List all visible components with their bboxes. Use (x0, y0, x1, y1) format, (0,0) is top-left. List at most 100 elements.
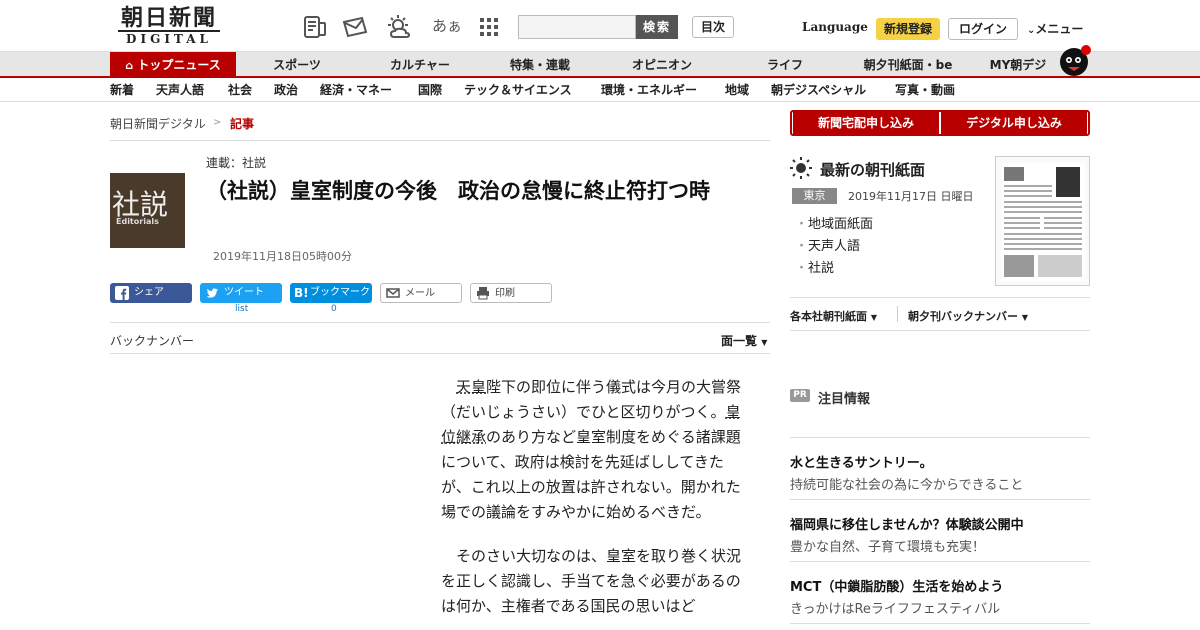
login-button[interactable]: ログイン (948, 18, 1018, 40)
mascot-icon[interactable] (1058, 42, 1092, 78)
toc-button[interactable]: 目次 (692, 16, 734, 38)
nav-environment[interactable]: 環境・エネルギー (601, 78, 697, 102)
nav-society[interactable]: 社会 (228, 78, 252, 102)
print-button[interactable]: 印刷 (470, 283, 552, 303)
language-link[interactable]: Language (802, 20, 868, 34)
nav-region[interactable]: 地域 (725, 78, 749, 102)
twitter-share-button[interactable]: ツイート (200, 283, 282, 303)
bullet: ・ (795, 261, 809, 276)
paragraph-text: 陛下の即位に伴う儀式は今月の大嘗祭（だいじょうさい）でひと区切りがつく。 (441, 378, 742, 421)
latest-paper-title[interactable]: 最新の朝刊紙面 (820, 159, 925, 180)
ad-description[interactable]: きっかけはReライフフェスティバル (790, 598, 1000, 617)
menu-button[interactable]: ⌄メニュー (1027, 20, 1083, 37)
divider (790, 297, 1090, 298)
twitter-list-link[interactable]: list (235, 304, 248, 314)
nav-my-asadigi[interactable]: MY朝デジ (982, 52, 1054, 78)
editorial-thumbnail: 社説 Editorials (110, 173, 185, 248)
ad-title[interactable]: 水と生きるサントリー。 (790, 452, 933, 471)
secondary-nav: 新着 天声人語 社会 政治 経済・マネー 国際 テック＆サイエンス 環境・エネル… (0, 78, 1200, 102)
site-logo[interactable]: 朝日新聞 DIGITAL (110, 6, 228, 48)
caret-down-icon: ▼ (1021, 313, 1028, 322)
breadcrumb-separator: > (213, 117, 222, 128)
hatena-count: 0 (331, 304, 337, 314)
divider (110, 353, 770, 354)
mail-share-button[interactable]: メール (380, 283, 462, 303)
hatena-bookmark-button[interactable]: B! ブックマーク (290, 283, 372, 303)
series-label[interactable]: 連載：社説 (206, 154, 266, 171)
nav-international[interactable]: 国際 (418, 78, 442, 102)
nav-features[interactable]: 特集・連載 (500, 52, 580, 78)
grid-icon[interactable] (476, 14, 502, 40)
divider (790, 437, 1090, 438)
nav-sports[interactable]: スポーツ (262, 52, 332, 78)
article-title: （社説）皇室制度の今後 政治の怠慢に終止符打つ時 (206, 179, 710, 203)
newspaper-thumbnail[interactable] (995, 156, 1090, 286)
logo-japanese: 朝日新聞 (120, 5, 217, 31)
page-list-dropdown[interactable]: 面一覧 ▼ (721, 332, 767, 349)
newspaper-icon[interactable] (302, 14, 328, 40)
nav-special[interactable]: 朝デジスペシャル (771, 78, 866, 102)
share-label: 印刷 (495, 288, 515, 299)
nav-culture[interactable]: カルチャー (380, 52, 460, 78)
share-label: シェア (134, 287, 164, 298)
bullet: ・ (795, 217, 809, 232)
primary-nav: ⌂ トップニュース スポーツ カルチャー 特集・連載 オピニオン ライフ 朝夕刊… (0, 45, 1200, 78)
twitter-icon (206, 288, 218, 298)
paper-date: 2019年11月17日 日曜日 (848, 190, 974, 203)
nav-papers[interactable]: 朝夕刊紙面・be (858, 52, 958, 78)
nav-life[interactable]: ライフ (755, 52, 815, 78)
page-list-label: 面一覧 (721, 334, 758, 348)
dropdown-label: 各本社朝刊紙面 (790, 310, 867, 323)
nav-label: トップニュース (137, 58, 221, 72)
nav-tenseijingo[interactable]: 天声人語 (156, 78, 204, 102)
article-body: 天皇陛下の即位に伴う儀式は今月の大嘗祭（だいじょうさい）でひと区切りがつく。皇位… (441, 375, 747, 630)
nav-economy[interactable]: 経済・マネー (320, 78, 392, 102)
share-label: ツイート (224, 287, 264, 298)
envelope-icon (386, 288, 400, 298)
divider (790, 623, 1090, 624)
logo-english: DIGITAL (118, 30, 220, 47)
sidebar-link-regional[interactable]: ・地域面紙面 (795, 213, 873, 232)
weather-icon[interactable] (386, 14, 412, 40)
search-input[interactable] (518, 15, 636, 39)
hatena-icon: B! (294, 286, 309, 300)
divider (790, 499, 1090, 500)
nav-opinion[interactable]: オピニオン (622, 52, 702, 78)
region-badge[interactable]: 東京 (792, 188, 837, 204)
text-size-icon[interactable]: あぁ (432, 15, 462, 36)
newspaper-preview-image (1002, 163, 1085, 281)
bullet: ・ (795, 239, 809, 254)
caret-down-icon: ▼ (870, 313, 877, 322)
nav-latest[interactable]: 新着 (110, 78, 134, 102)
ad-title[interactable]: 福岡県に移住しませんか？体験談公開中 (790, 514, 1024, 533)
nav-tech[interactable]: テック＆サイエンス (464, 78, 572, 102)
sun-icon (790, 157, 812, 179)
nav-politics[interactable]: 政治 (274, 78, 298, 102)
facebook-icon (115, 286, 129, 300)
search-button[interactable]: 検索 (636, 15, 678, 39)
mail-icon[interactable] (342, 14, 368, 40)
back-number-dropdown[interactable]: 朝夕刊バックナンバー ▼ (908, 308, 1028, 324)
nav-top-news[interactable]: ⌂ トップニュース (110, 52, 236, 78)
divider (790, 330, 1090, 331)
subscribe-digital-button[interactable]: デジタル申し込み (941, 112, 1087, 134)
dropdown-label: 朝夕刊バックナンバー (908, 310, 1018, 323)
divider (790, 561, 1090, 562)
register-button[interactable]: 新規登録 (876, 18, 940, 40)
ad-description[interactable]: 豊かな自然、子育て環境も充実！ (790, 536, 985, 555)
facebook-share-button[interactable]: シェア (110, 283, 192, 303)
sidebar-link-tenseijingo[interactable]: ・天声人語 (795, 235, 860, 254)
breadcrumb-home[interactable]: 朝日新聞デジタル (110, 115, 206, 132)
subscribe-home-button[interactable]: 新聞宅配申し込み (793, 112, 939, 134)
pr-badge: PR (790, 389, 810, 402)
printer-icon (477, 287, 489, 300)
share-label: メール (405, 288, 435, 299)
regional-morning-dropdown[interactable]: 各本社朝刊紙面 ▼ (790, 308, 877, 324)
ad-title[interactable]: MCT（中鎖脂肪酸）生活を始めよう (790, 576, 1003, 595)
nav-photo-video[interactable]: 写真・動画 (895, 78, 955, 102)
ad-description[interactable]: 持続可能な社会の為に今からできること (790, 474, 1023, 493)
publish-date: 2019年11月18日05時00分 (213, 250, 352, 263)
back-number-link[interactable]: バックナンバー (110, 332, 194, 349)
sidebar-link-editorial[interactable]: ・社説 (795, 257, 834, 276)
keyword-link[interactable]: 天皇 (456, 378, 486, 396)
